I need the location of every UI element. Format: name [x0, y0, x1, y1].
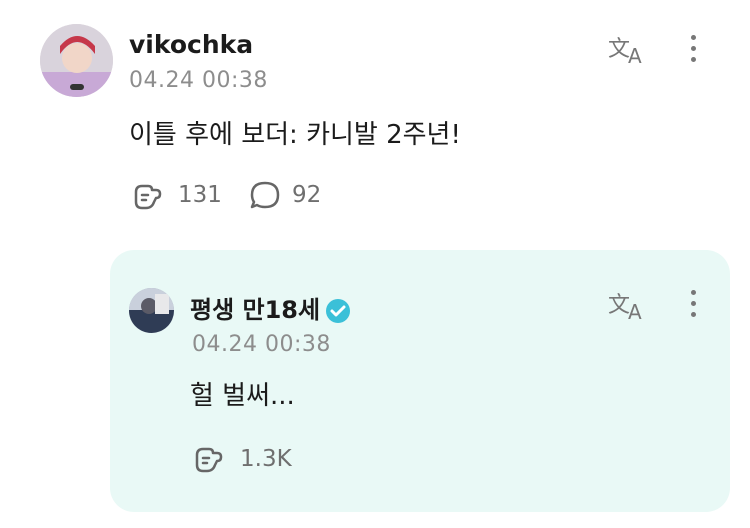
post-text: 이틀 후에 보더: 카니발 2주년! [129, 120, 461, 150]
reply-timestamp: 04.24 00:38 [192, 332, 331, 357]
reply-text: 헐 벌써... [190, 381, 295, 411]
avatar-image [40, 24, 113, 97]
reply-like-button[interactable] [191, 441, 225, 479]
like-button[interactable] [130, 178, 164, 216]
post-username[interactable]: vikochka [129, 30, 253, 59]
reply-translate-button[interactable]: 文 A [608, 288, 648, 329]
comment-bubble-icon [250, 181, 280, 209]
post-timestamp: 04.24 00:38 [129, 68, 268, 93]
translate-icon: 文 A [608, 293, 642, 324]
avatar[interactable] [40, 24, 113, 97]
more-options-button[interactable] [691, 35, 697, 68]
reply-username-row[interactable]: 평생 만18세 [190, 290, 351, 325]
svg-text:文: 文 [608, 37, 630, 62]
comment-button[interactable] [248, 178, 282, 216]
like-hand-icon [195, 447, 223, 473]
verified-badge-icon [326, 299, 351, 323]
like-hand-icon [134, 184, 162, 210]
svg-text:文: 文 [608, 293, 630, 318]
reply-avatar-image [129, 288, 174, 333]
translate-icon: 文 A [608, 37, 642, 68]
like-count: 131 [178, 182, 222, 208]
reply-like-count: 1.3K [240, 446, 292, 472]
comment-count: 92 [292, 182, 322, 208]
more-vertical-icon [691, 290, 696, 295]
more-vertical-icon [691, 35, 696, 40]
reply-username[interactable]: 평생 만18세 [190, 296, 320, 324]
reply-avatar[interactable] [129, 288, 174, 333]
svg-text:A: A [628, 44, 642, 66]
svg-text:A: A [628, 300, 642, 322]
reply-more-options-button[interactable] [691, 290, 697, 323]
translate-button[interactable]: 文 A [608, 32, 648, 73]
